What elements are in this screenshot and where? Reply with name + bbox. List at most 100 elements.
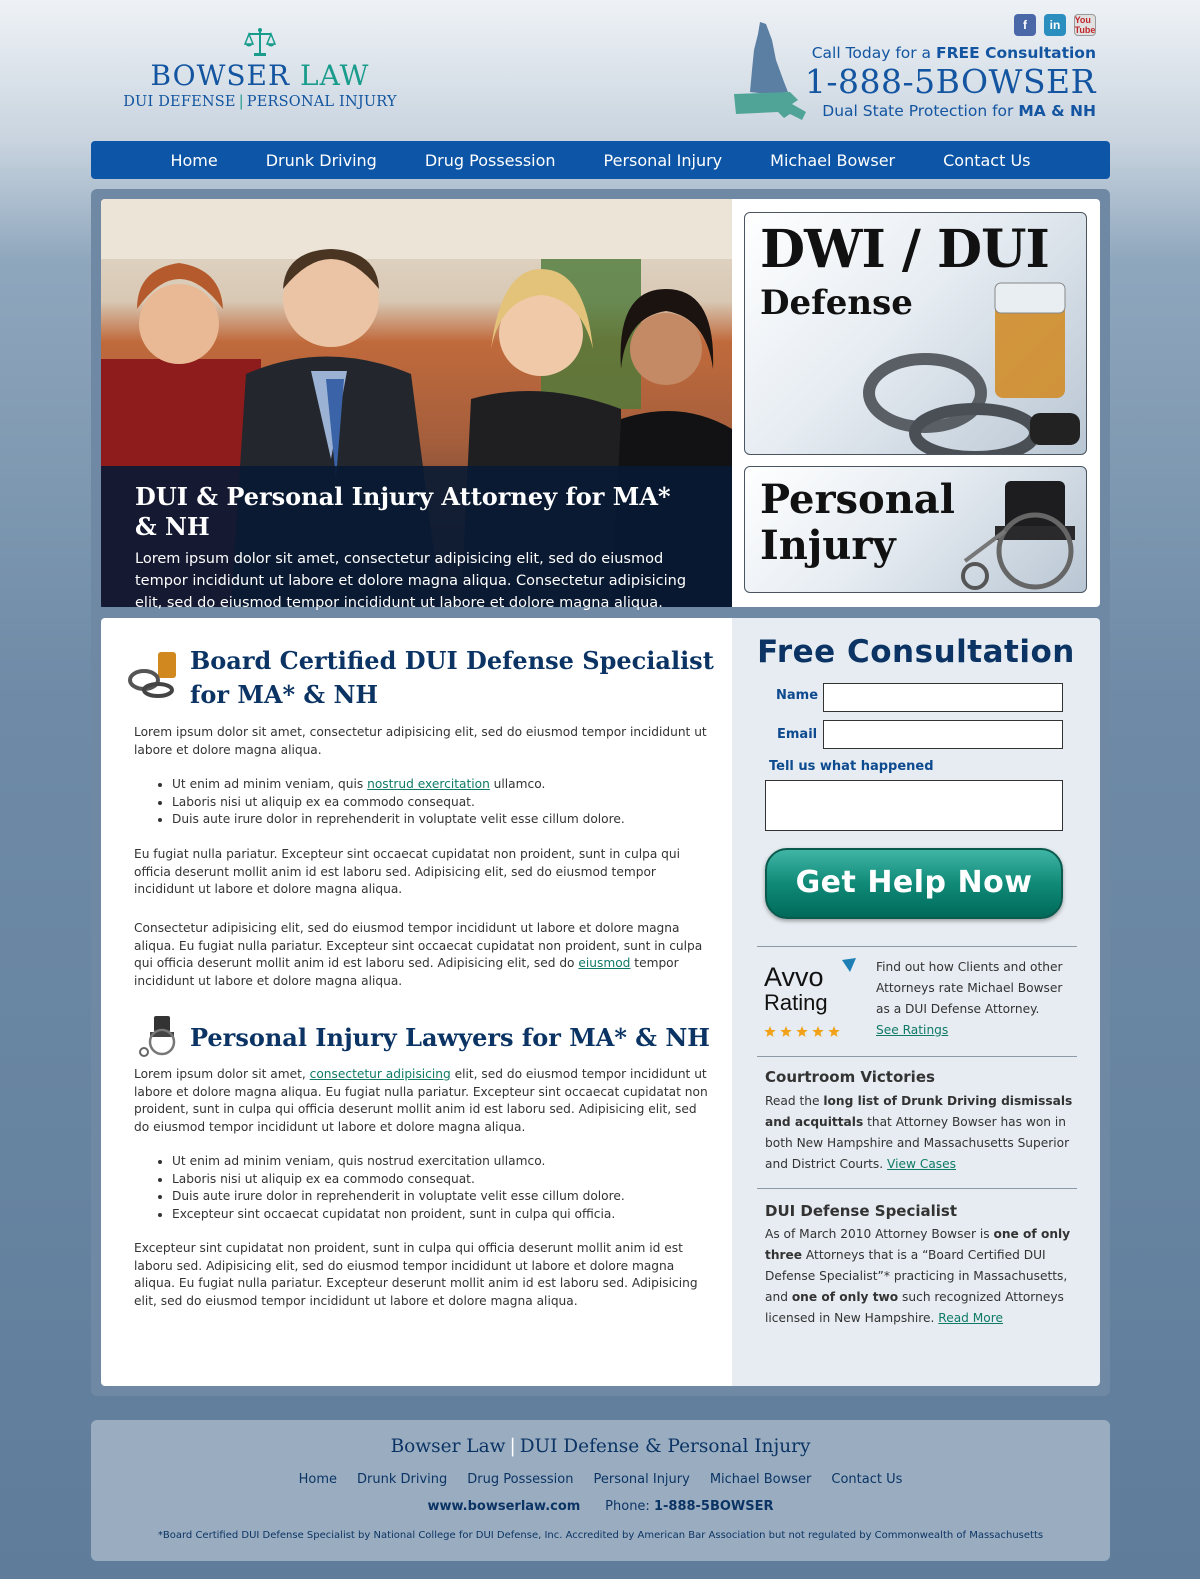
hero-title: DUI & Personal Injury Attorney for MA* &…: [135, 482, 671, 541]
nav-personal-injury[interactable]: Personal Injury: [580, 151, 747, 170]
wheelchair-icon: [139, 1016, 176, 1057]
logo-tag-separator: |: [238, 94, 244, 110]
consectetur-adipisicing-link[interactable]: consectetur adipisicing: [310, 1067, 451, 1081]
nav-drug-possession[interactable]: Drug Possession: [401, 151, 580, 170]
dual-state-line: Dual State Protection for MA & NH: [805, 102, 1096, 120]
call-today-line: Call Today for a FREE Consultation: [805, 44, 1096, 62]
personal-heading: Personal: [760, 476, 955, 523]
social-links: f in You Tube: [1014, 14, 1096, 36]
dui-paragraph-2: Eu fugiat nulla pariatur. Excepteur sint…: [134, 847, 681, 896]
hero-caption: DUI & Personal Injury Attorney for MA* &…: [101, 466, 732, 611]
see-ratings-link[interactable]: See Ratings: [876, 1023, 948, 1037]
list-item-text: Ut enim ad minim veniam, quis: [172, 777, 368, 791]
paragraph-text: Lorem ipsum dolor sit amet,: [134, 1067, 310, 1081]
list-item: Laboris nisi ut aliquip ex ea commodo co…: [172, 1171, 712, 1189]
header-contact: Call Today for a FREE Consultation 1-888…: [805, 44, 1096, 120]
footer-disclaimer: *Board Certified DUI Defense Specialist …: [157, 1530, 1044, 1541]
injury-paragraph-1: Lorem ipsum dolor sit amet, consectetur …: [134, 1066, 712, 1136]
site-logo[interactable]: BOWSER LAW DUI DEFENSE | PERSONAL INJURY: [110, 26, 410, 110]
dui-bullet-list: Ut enim ad minim veniam, quis nostrud ex…: [172, 776, 712, 829]
spec-bold: one of only two: [791, 1290, 899, 1304]
footer-nav-home[interactable]: Home: [289, 1472, 347, 1487]
star-icon: [780, 1026, 792, 1037]
footer-nav-contact-us[interactable]: Contact Us: [821, 1472, 912, 1487]
dwi-dui-heading: DWI / DUI: [760, 219, 1050, 280]
avvo-flag-icon: [842, 958, 856, 972]
footer-title-separator: |: [509, 1436, 516, 1457]
list-item-text: ullamco.: [489, 777, 546, 791]
defense-heading: Defense: [760, 283, 913, 323]
victories-text: Read the: [765, 1094, 824, 1108]
logo-wordmark: BOWSER LAW: [110, 60, 410, 92]
footer-nav-michael-bowser[interactable]: Michael Bowser: [700, 1472, 822, 1487]
footer-website[interactable]: www.bowserlaw.com: [427, 1499, 580, 1514]
personal-injury-heading: Personal Injury: [760, 477, 955, 569]
dui-paragraph-3: Consectetur adipisicing elit, sed do eiu…: [134, 920, 712, 990]
nostrud-exercitation-link[interactable]: nostrud exercitation: [367, 777, 490, 791]
message-field[interactable]: [765, 780, 1063, 831]
dwi-dui-defense-banner[interactable]: DWI / DUI Defense: [744, 212, 1087, 455]
avvo-rating-logo[interactable]: Avvo Rating: [764, 958, 864, 1040]
star-icon: [812, 1026, 824, 1037]
personal-injury-banner[interactable]: Personal Injury: [744, 466, 1087, 593]
spec-text: As of March 2010 Attorney Bowser is: [765, 1227, 994, 1241]
nav-contact-us[interactable]: Contact Us: [919, 151, 1054, 170]
logo-tagline: DUI DEFENSE | PERSONAL INJURY: [110, 94, 410, 110]
dui-specialist-title: DUI Defense Specialist: [765, 1202, 958, 1220]
footer-nav: Home Drunk Driving Drug Possession Perso…: [91, 1472, 1110, 1487]
name-label: Name: [776, 688, 819, 703]
call-free-consultation: FREE Consultation: [935, 44, 1096, 62]
list-item: Excepteur sint occaecat cupidatat non pr…: [172, 1206, 712, 1224]
sidebar-divider: [757, 1188, 1077, 1189]
footer-title-practice: DUI Defense & Personal Injury: [519, 1436, 811, 1457]
footer-contact: www.bowserlaw.com Phone: 1-888-5BOWSER: [91, 1499, 1110, 1514]
nav-drunk-driving[interactable]: Drunk Driving: [242, 151, 401, 170]
list-item: Laboris nisi ut aliquip ex ea commodo co…: [172, 794, 712, 812]
email-field[interactable]: [823, 720, 1063, 749]
youtube-icon[interactable]: You Tube: [1074, 14, 1096, 36]
footer-nav-drunk-driving[interactable]: Drunk Driving: [347, 1472, 457, 1487]
injury-bullet-list: Ut enim ad minim veniam, quis nostrud ex…: [172, 1153, 712, 1223]
section-dui-heading-line2: for MA* & NH: [190, 680, 379, 709]
logo-tag-dui: DUI DEFENSE: [123, 94, 236, 110]
dui-paragraph-1: Lorem ipsum dolor sit amet, consectetur …: [134, 725, 707, 757]
hero-text: Lorem ipsum dolor sit amet, consectetur …: [135, 551, 687, 611]
footer-phone[interactable]: 1-888-5BOWSER: [654, 1499, 774, 1514]
injury-paragraph-2: Excepteur sint cupidatat non proident, s…: [134, 1241, 698, 1308]
dual-states: MA & NH: [1018, 102, 1096, 120]
footer-nav-personal-injury[interactable]: Personal Injury: [583, 1472, 699, 1487]
list-item: Duis aute irure dolor in reprehenderit i…: [172, 1188, 712, 1206]
wheelchair-image: [961, 481, 1075, 590]
section-personal-injury-heading: Personal Injury Lawyers for MA* & NH: [190, 1023, 710, 1052]
nav-michael-bowser[interactable]: Michael Bowser: [746, 151, 919, 170]
get-help-now-button[interactable]: Get Help Now: [765, 848, 1063, 919]
courtroom-victories-title: Courtroom Victories: [765, 1068, 935, 1086]
free-consultation-title: Free Consultation: [757, 634, 1075, 670]
footer-title-brand: Bowser Law: [390, 1436, 506, 1457]
call-prefix: Call Today for a: [811, 44, 936, 62]
facebook-icon[interactable]: f: [1014, 14, 1036, 36]
list-item: Ut enim ad minim veniam, quis nostrud ex…: [172, 776, 712, 794]
eiusmod-link[interactable]: eiusmod: [578, 956, 630, 970]
main-nav: Home Drunk Driving Drug Possession Perso…: [91, 141, 1110, 179]
star-icon: [828, 1026, 840, 1037]
ma-nh-map-icon: [734, 22, 806, 120]
logo-tag-injury: PERSONAL INJURY: [246, 94, 397, 110]
footer-title: Bowser Law | DUI Defense & Personal Injury: [91, 1436, 1110, 1457]
star-icon: [796, 1026, 808, 1037]
logo-name-law: LAW: [299, 59, 370, 92]
section-dui-heading: Board Certified DUI Defense Specialist f…: [190, 644, 714, 712]
header-phone[interactable]: 1-888-5BOWSER: [805, 62, 1096, 102]
name-field[interactable]: [823, 683, 1063, 712]
footer-nav-drug-possession[interactable]: Drug Possession: [457, 1472, 583, 1487]
nav-home[interactable]: Home: [146, 151, 241, 170]
linkedin-icon[interactable]: in: [1044, 14, 1066, 36]
injury-heading: Injury: [760, 522, 896, 569]
view-cases-link[interactable]: View Cases: [887, 1157, 956, 1171]
avvo-logo-rating: Rating: [764, 990, 828, 1015]
dual-prefix: Dual State Protection for: [822, 102, 1019, 120]
read-more-link[interactable]: Read More: [938, 1311, 1003, 1325]
email-label: Email: [777, 727, 818, 742]
list-item: Ut enim ad minim veniam, quis nostrud ex…: [172, 1153, 712, 1171]
star-icon: [764, 1026, 776, 1037]
